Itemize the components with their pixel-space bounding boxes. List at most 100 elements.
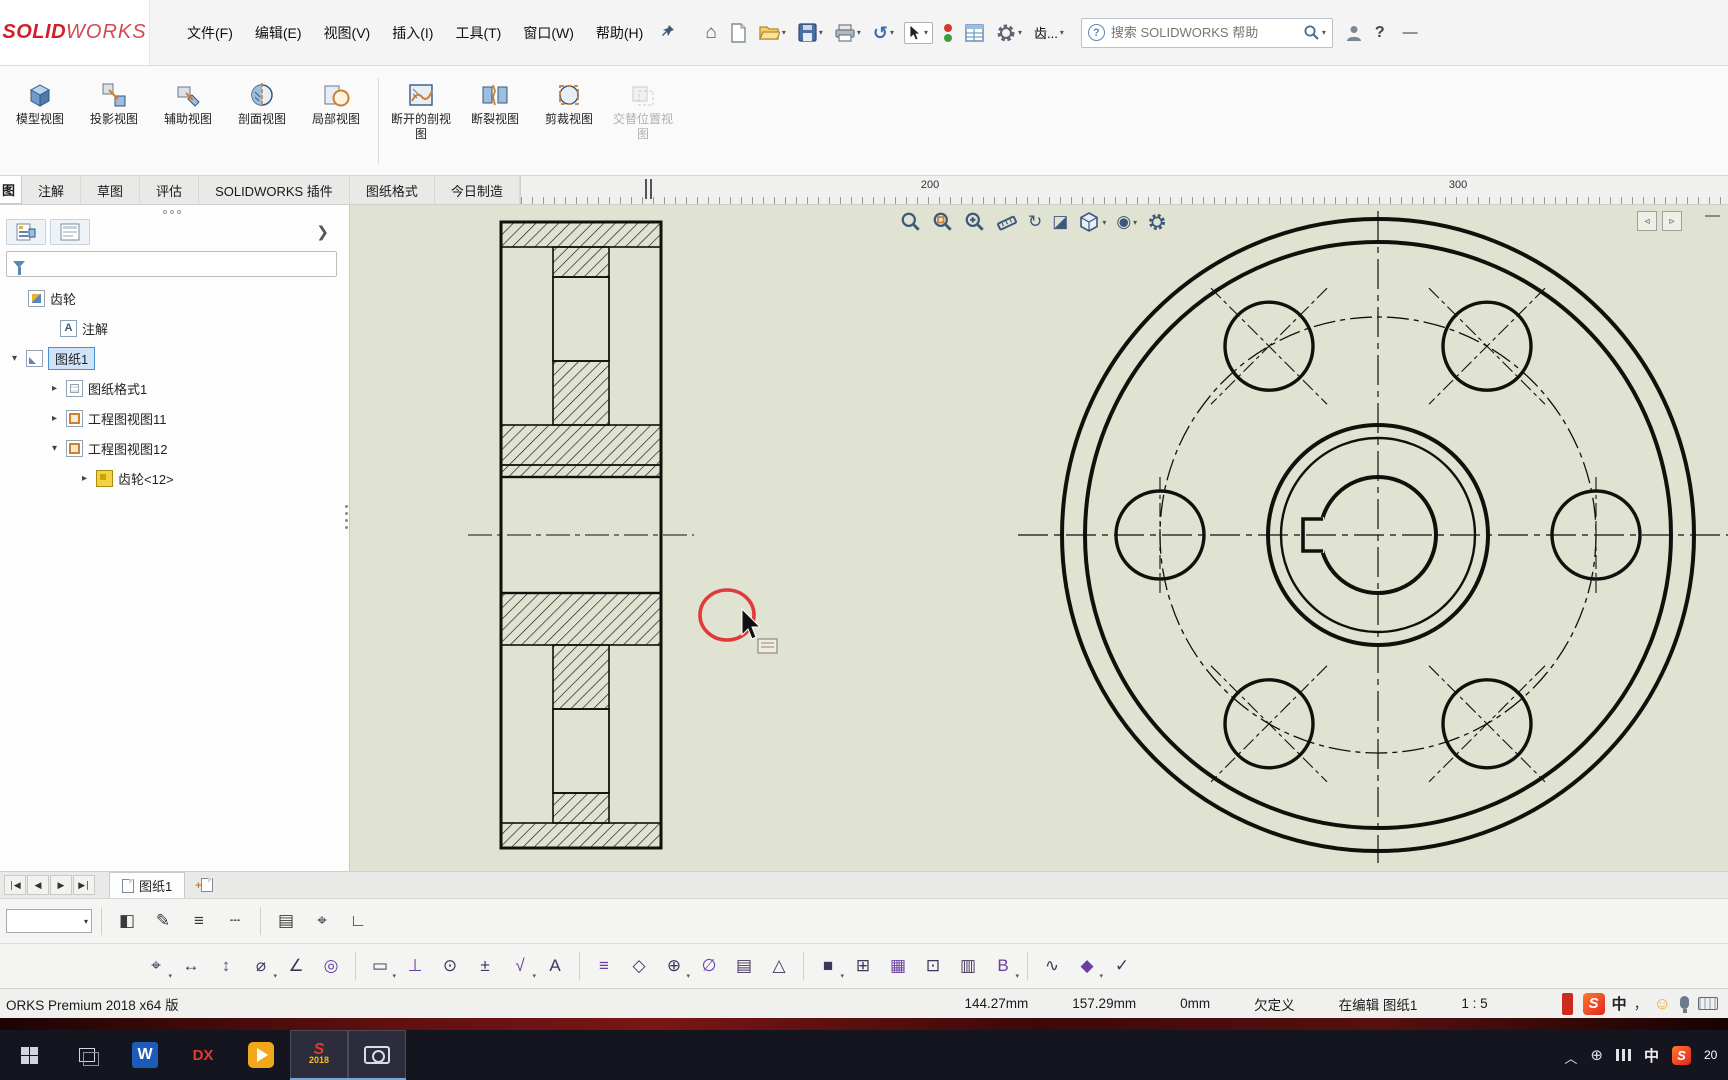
tree-item-sheet1[interactable]: ▾ 图纸1: [4, 343, 339, 373]
print-dropdown-arrow[interactable]: ▾: [857, 28, 861, 37]
sogou-ime-icon[interactable]: S: [1582, 992, 1605, 1015]
section-view-hud-button[interactable]: ◪: [1050, 211, 1070, 233]
signal-bars-icon[interactable]: [1615, 1049, 1631, 1061]
datum-feature-tool[interactable]: ⊥: [399, 950, 431, 982]
menu-tools[interactable]: 工具(T): [444, 16, 512, 50]
color-display-mode-button[interactable]: ▤: [270, 905, 302, 937]
tab-sketch[interactable]: 草图: [81, 176, 141, 204]
previous-sheet-button[interactable]: ◃: [1637, 211, 1657, 231]
start-button[interactable]: [0, 1030, 58, 1080]
measure-button[interactable]: [994, 209, 1020, 235]
menu-file[interactable]: 文件(F): [176, 16, 244, 50]
menu-edit[interactable]: 编辑(E): [244, 16, 313, 50]
new-document-button[interactable]: [724, 18, 752, 48]
panel-handle[interactable]: [4, 207, 339, 217]
smart-dimension-tool[interactable]: ⌖: [140, 950, 172, 982]
drawing-canvas[interactable]: ↻ ◪ ▾ ◉ ▾ ◃ ▹ —: [350, 205, 1728, 871]
zoom-area-button[interactable]: [930, 209, 956, 235]
select-tool[interactable]: ▾: [903, 21, 933, 44]
menu-window[interactable]: 窗口(W): [512, 16, 585, 50]
taskbar-word-button[interactable]: W: [116, 1030, 174, 1080]
home-button[interactable]: ⌂: [700, 20, 721, 46]
undo-button[interactable]: ↺ ▾: [868, 20, 899, 46]
user-account-icon[interactable]: [1345, 24, 1363, 42]
vertical-dimension-tool[interactable]: ↕: [210, 950, 242, 982]
collapse-pane-icon[interactable]: —: [1705, 207, 1720, 224]
tree-item-drawing-view11[interactable]: ▸ 工程图视图11: [4, 403, 339, 433]
tab-view-layout-partial[interactable]: 图: [0, 176, 23, 204]
select-dropdown-arrow[interactable]: ▾: [924, 28, 928, 37]
tab-evaluate[interactable]: 评估: [140, 176, 200, 204]
spell-checker-tool[interactable]: ✓: [1106, 950, 1138, 982]
bom-table-tool[interactable]: B: [987, 950, 1019, 982]
tab-today-manufacture[interactable]: 今日制造: [435, 176, 520, 204]
recent-document-button[interactable]: 齿... ▾: [1029, 18, 1069, 47]
tree-item-drawing-view12[interactable]: ▾ 工程图视图12: [4, 433, 339, 463]
notification-badge[interactable]: [1561, 992, 1573, 1015]
save-button[interactable]: ▾: [793, 18, 828, 47]
expander-icon[interactable]: ▸: [48, 413, 61, 424]
microphone-icon[interactable]: [1680, 996, 1689, 1013]
propertymanager-tab[interactable]: [50, 219, 90, 245]
rebuild-status-icon[interactable]: [938, 18, 958, 48]
hide-show-edges-button[interactable]: ⌖: [306, 905, 338, 937]
recent-dropdown-arrow[interactable]: ▾: [1060, 28, 1064, 37]
last-sheet-button[interactable]: ▶∣: [73, 875, 95, 895]
layer-properties-button[interactable]: ◧: [111, 905, 143, 937]
hide-show-items-button[interactable]: ◉ ▾: [1114, 211, 1139, 233]
taskbar-solidworks-button[interactable]: S 2018: [290, 1030, 348, 1080]
tree-item-gear-part[interactable]: ▸ 齿轮<12>: [4, 463, 339, 493]
magnetic-line-tool[interactable]: ∿: [1036, 950, 1068, 982]
ime-punctuation-indicator[interactable]: ，: [1634, 994, 1648, 1014]
open-button[interactable]: ▾: [754, 19, 791, 46]
tab-solidworks-addins[interactable]: SOLIDWORKS 插件: [199, 176, 350, 204]
rotate-view-button[interactable]: ↻: [1026, 211, 1044, 233]
panel-splitter[interactable]: [343, 505, 350, 529]
model-view-button[interactable]: 模型视图: [4, 74, 76, 131]
balloon-tool[interactable]: A: [539, 950, 571, 982]
tolerance-dimension-tool[interactable]: ±: [469, 950, 501, 982]
taskbar-dx-button[interactable]: DX: [174, 1030, 232, 1080]
center-mark-tool[interactable]: ⊕: [658, 950, 690, 982]
soft-keyboard-icon[interactable]: [1698, 997, 1718, 1010]
tree-item-annotations[interactable]: 注解: [4, 313, 339, 343]
ime-language-indicator[interactable]: 中: [1612, 993, 1627, 1014]
add-sheet-button[interactable]: [195, 875, 219, 895]
design-table-button[interactable]: [960, 19, 989, 47]
open-dropdown-arrow[interactable]: ▾: [782, 28, 786, 37]
area-hatch-tool[interactable]: ▤: [728, 950, 760, 982]
menu-insert[interactable]: 插入(I): [381, 16, 444, 50]
detail-view-button[interactable]: 局部视图: [300, 74, 372, 131]
display-style-button[interactable]: ▾: [1076, 209, 1108, 235]
zoom-fit-button[interactable]: [898, 209, 924, 235]
line-style-combo[interactable]: ▾: [6, 909, 92, 933]
next-sheet-button[interactable]: ▹: [1662, 211, 1682, 231]
minimize-icon[interactable]: —: [1397, 24, 1424, 41]
search-input[interactable]: [1110, 25, 1297, 40]
datum-target-tool[interactable]: ⊙: [434, 950, 466, 982]
general-table-tool[interactable]: ▦: [882, 950, 914, 982]
sheet-tab-sheet1[interactable]: 图纸1: [109, 872, 186, 898]
save-dropdown-arrow[interactable]: ▾: [819, 28, 823, 37]
centerline-tool[interactable]: ∅: [693, 950, 725, 982]
geometric-tolerance-tool[interactable]: ◇: [623, 950, 655, 982]
crop-view-button[interactable]: 剪裁视图: [533, 74, 605, 131]
weld-symbol-tool[interactable]: ≡: [588, 950, 620, 982]
revision-table-tool[interactable]: ▥: [952, 950, 984, 982]
network-globe-icon[interactable]: ⊕: [1590, 1046, 1603, 1064]
expander-icon[interactable]: ▸: [48, 383, 61, 394]
break-view-button[interactable]: 断裂视图: [459, 74, 531, 131]
hidden-icons-chevron[interactable]: ︿: [1564, 1048, 1577, 1067]
revision-symbol-tool[interactable]: △: [763, 950, 795, 982]
options-button[interactable]: ▾: [991, 18, 1027, 48]
line-style-button[interactable]: ┄: [219, 905, 251, 937]
zoom-in-out-button[interactable]: [962, 209, 988, 235]
align-grid-button[interactable]: ∟: [342, 905, 374, 937]
undo-dropdown-arrow[interactable]: ▾: [890, 28, 894, 37]
table-tool[interactable]: ⊞: [847, 950, 879, 982]
search-dropdown-arrow[interactable]: ▾: [1322, 28, 1326, 37]
hole-callout-tool[interactable]: ◎: [315, 950, 347, 982]
menu-help[interactable]: 帮助(H): [585, 16, 654, 50]
print-button[interactable]: ▾: [830, 19, 866, 47]
tree-item-sheet-format1[interactable]: ▸ 图纸格式1: [4, 373, 339, 403]
